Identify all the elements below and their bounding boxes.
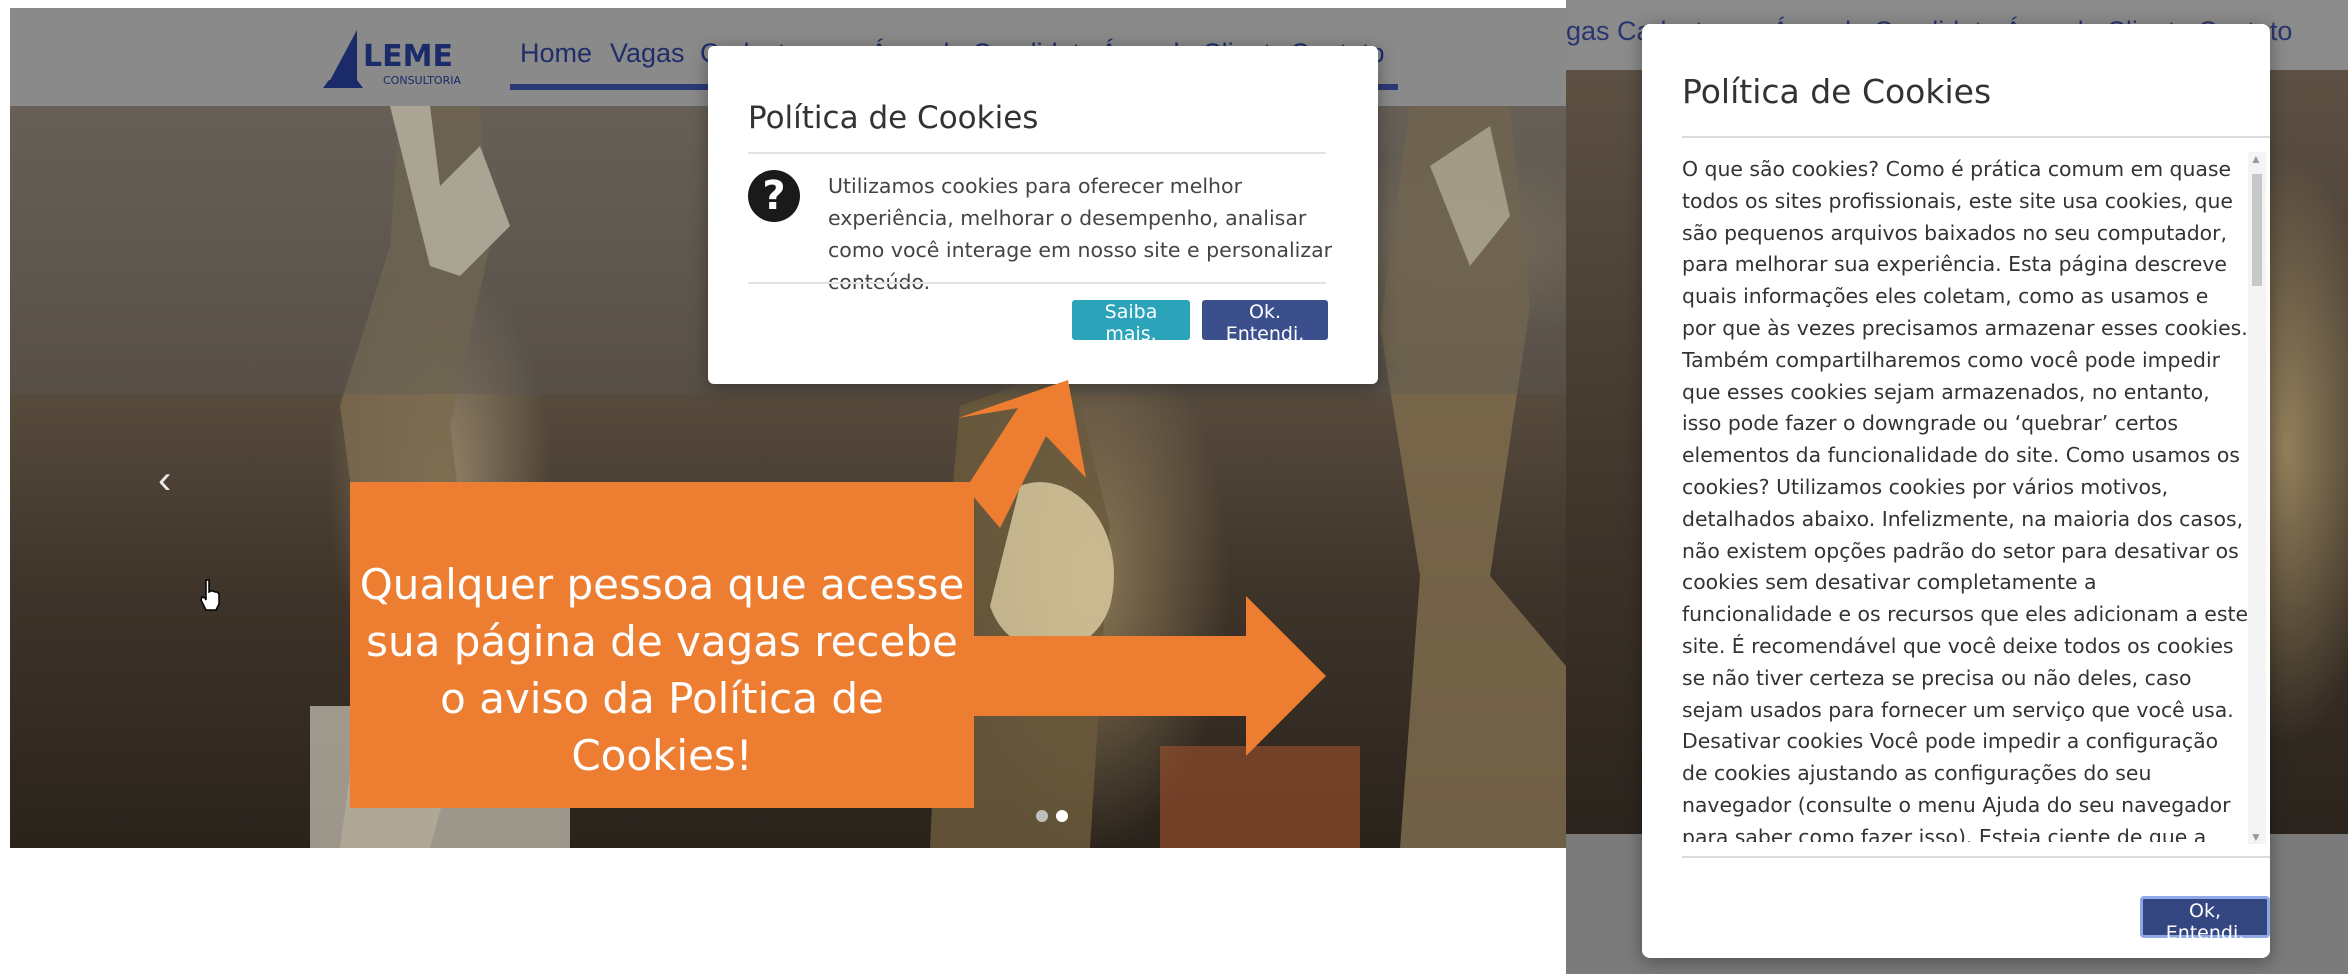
callout-text: Qualquer pessoa que acesse sua página de…: [359, 560, 965, 780]
cookie-modal-large: Política de Cookies O que são cookies? C…: [1642, 24, 2270, 958]
arrow-right-icon: [966, 596, 1326, 756]
scroll-up-icon[interactable]: ▲: [2250, 152, 2262, 166]
accept-cookies-button[interactable]: Ok, Entendi.: [2140, 896, 2270, 944]
divider: [1682, 136, 2270, 138]
policy-text: O que são cookies? Como é prática comum …: [1682, 157, 2248, 842]
modal-title: Política de Cookies: [1682, 72, 1992, 111]
scrollbar-thumb[interactable]: [2252, 174, 2262, 286]
hand-cursor-icon: [200, 579, 220, 611]
arrow-up-icon: [958, 380, 1086, 528]
left-screenshot: LEME CONSULTORIA Home Vagas Cadastre-se …: [10, 8, 1566, 848]
policy-scroll-area[interactable]: O que são cookies? Como é prática comum …: [1682, 154, 2252, 842]
right-screenshot: gas Cadastre-se Área do Candidato Área d…: [1566, 0, 2348, 974]
divider: [1682, 856, 2270, 858]
scroll-down-icon[interactable]: ▼: [2250, 830, 2262, 844]
